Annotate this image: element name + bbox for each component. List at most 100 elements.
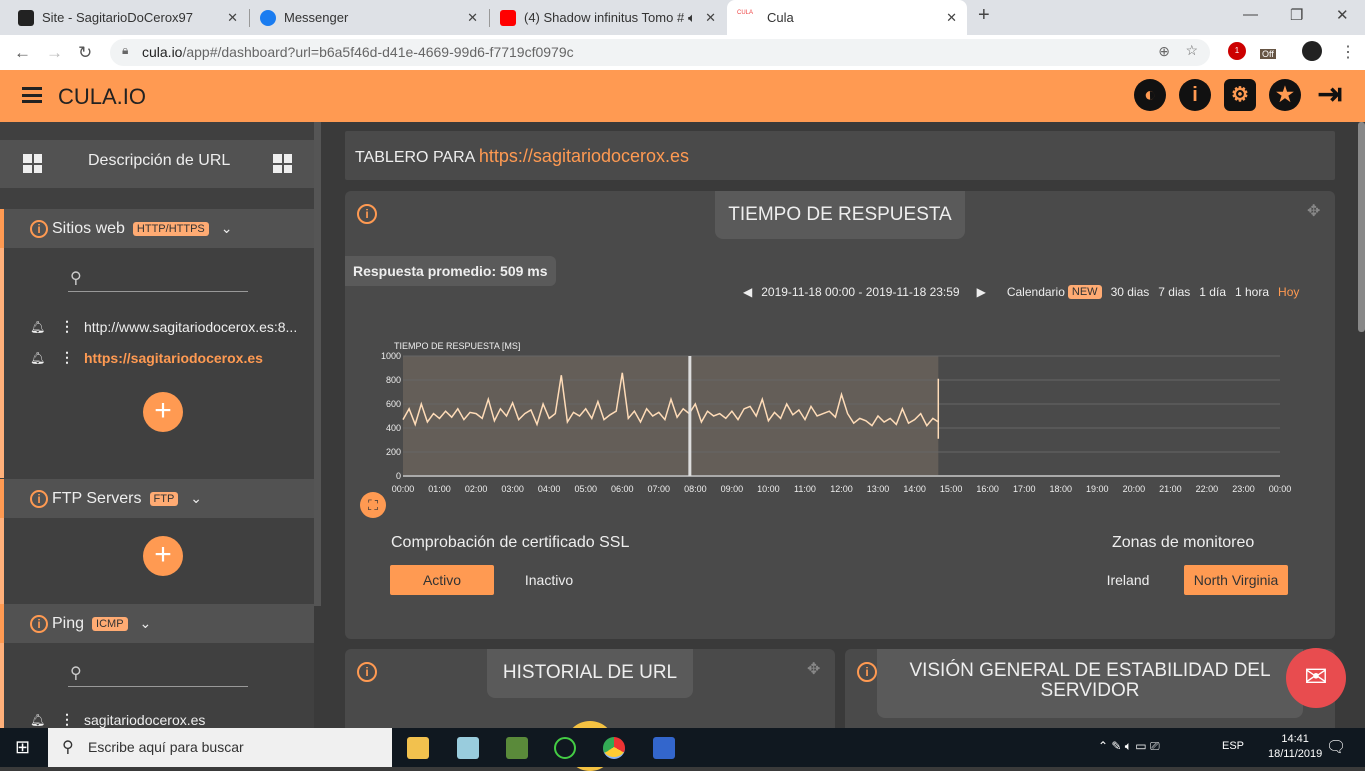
list-item[interactable]: 🔔︎ ⋮ https://sagitariodocerox.es bbox=[30, 349, 263, 366]
extension-off-icon[interactable]: Off bbox=[1260, 49, 1276, 59]
drag-handle-icon[interactable]: ✥ bbox=[1307, 201, 1320, 221]
file-explorer-icon[interactable] bbox=[407, 737, 429, 759]
section-label: Sitios web bbox=[52, 219, 125, 237]
add-ftp-button[interactable]: + bbox=[143, 536, 183, 576]
close-tab-icon[interactable]: ✕ bbox=[705, 10, 716, 26]
drag-handle-icon[interactable]: ✥ bbox=[807, 659, 820, 679]
tab-cula[interactable]: CULA Cula ✕ bbox=[727, 0, 967, 35]
fullscreen-icon[interactable]: ⛶ bbox=[360, 492, 386, 518]
more-options-icon[interactable]: ⋮ bbox=[60, 318, 74, 335]
minimize-button[interactable]: — bbox=[1243, 6, 1258, 23]
x-tick-label: 06:00 bbox=[611, 484, 634, 494]
sidebar-scrollbar[interactable] bbox=[314, 122, 321, 606]
add-icon[interactable]: ⊕ bbox=[1158, 43, 1170, 60]
chrome-icon[interactable] bbox=[603, 737, 625, 759]
x-tick-label: 15:00 bbox=[940, 484, 963, 494]
tab-youtube[interactable]: (4) Shadow infinitus Tomo #5 🔈︎ ✕ bbox=[490, 0, 726, 35]
profile-avatar[interactable] bbox=[1302, 41, 1322, 61]
gear-icon[interactable]: ⚙ bbox=[1224, 79, 1256, 111]
ssl-active-button[interactable]: Activo bbox=[390, 565, 494, 595]
contact-mail-button[interactable]: ✉ bbox=[1286, 648, 1346, 708]
notifications-icon[interactable]: 🗨︎ bbox=[1326, 737, 1346, 757]
sidebar: Descripción de URL i Sitios web HTTP/HTTPS… bbox=[0, 122, 314, 728]
site-link[interactable]: http://www.sagitariodocerox.es:8... bbox=[84, 319, 297, 335]
section-ping[interactable]: i Ping ICMP ⌄ bbox=[0, 604, 314, 643]
utorrent-icon[interactable] bbox=[554, 737, 576, 759]
info-icon[interactable]: i bbox=[30, 614, 48, 633]
tab-site[interactable]: Site - SagitarioDoCerox97 ✕ bbox=[8, 0, 248, 35]
x-tick-label: 03:00 bbox=[501, 484, 524, 494]
more-options-icon[interactable]: ⋮ bbox=[60, 349, 74, 366]
board-url[interactable]: https://sagitariodocerox.es bbox=[479, 146, 689, 166]
back-icon[interactable]: ← bbox=[14, 43, 31, 63]
info-icon[interactable]: i bbox=[30, 219, 48, 238]
chevron-down-icon[interactable]: ⌄ bbox=[190, 490, 202, 507]
ssl-inactive-button[interactable]: Inactivo bbox=[505, 565, 593, 595]
star-icon[interactable]: ★ bbox=[1269, 79, 1301, 111]
y-tick-label: 200 bbox=[386, 447, 401, 457]
more-options-icon[interactable]: ⋮ bbox=[60, 711, 74, 728]
minecraft-icon[interactable] bbox=[506, 737, 528, 759]
logout-icon[interactable]: ⇥ bbox=[1314, 79, 1346, 111]
page-scrollbar[interactable] bbox=[1358, 122, 1365, 728]
y-tick-label: 1000 bbox=[381, 351, 401, 361]
taskbar-search[interactable]: ⚲ Escribe aquí para buscar bbox=[48, 728, 392, 767]
chevron-down-icon[interactable]: ⌄ bbox=[140, 615, 152, 632]
bell-icon[interactable]: 🔔︎ bbox=[30, 351, 45, 365]
site-link-active[interactable]: https://sagitariodocerox.es bbox=[84, 350, 263, 366]
info-icon[interactable]: i bbox=[357, 662, 377, 682]
host-link[interactable]: sagitariodocerox.es bbox=[84, 712, 205, 728]
menu-icon[interactable]: ⋮ bbox=[1340, 42, 1356, 62]
clock[interactable]: 14:41 18/11/2019 bbox=[1268, 732, 1322, 762]
network-app-icon[interactable] bbox=[653, 737, 675, 759]
close-tab-icon[interactable]: ✕ bbox=[467, 10, 478, 26]
app-icon[interactable] bbox=[457, 737, 479, 759]
close-tab-icon[interactable]: ✕ bbox=[946, 10, 957, 26]
contrast-icon[interactable]: ◐ bbox=[1134, 79, 1166, 111]
info-icon[interactable]: i bbox=[30, 489, 48, 508]
period-today[interactable]: Hoy bbox=[1278, 285, 1299, 299]
next-range-icon[interactable]: ▶ bbox=[977, 285, 986, 299]
search-input[interactable]: ⚲ bbox=[68, 268, 248, 292]
hamburger-menu-icon[interactable] bbox=[22, 87, 42, 103]
new-tab-button[interactable]: + bbox=[978, 4, 990, 27]
reload-icon[interactable]: ↻ bbox=[78, 43, 92, 63]
info-icon[interactable]: i bbox=[857, 662, 877, 682]
section-websites[interactable]: i Sitios web HTTP/HTTPS ⌄ bbox=[0, 209, 314, 248]
bell-icon[interactable]: 🔔︎ bbox=[30, 320, 45, 334]
list-item[interactable]: 🔔︎ ⋮ http://www.sagitariodocerox.es:8... bbox=[30, 318, 297, 335]
search-input[interactable]: ⚲ bbox=[68, 663, 248, 687]
period-1-day[interactable]: 1 día bbox=[1199, 285, 1226, 299]
maximize-button[interactable]: ❐ bbox=[1290, 6, 1303, 24]
websites-list: ⚲ 🔔︎ ⋮ http://www.sagitariodocerox.es:8...… bbox=[0, 248, 314, 478]
list-item[interactable]: 🔔︎ ⋮ sagitariodocerox.es bbox=[30, 711, 205, 728]
period-7-days[interactable]: 7 dias bbox=[1158, 285, 1190, 299]
add-website-button[interactable]: + bbox=[143, 392, 183, 432]
calendar-button[interactable]: Calendario bbox=[1007, 285, 1065, 299]
language-indicator[interactable]: ESP bbox=[1222, 740, 1244, 752]
dashboard-icon[interactable] bbox=[23, 154, 42, 173]
tray-icons[interactable]: ⌃ ✎ 🔈︎ ▭ ⎚ bbox=[1098, 739, 1160, 754]
lock-icon: 🔒︎ bbox=[122, 43, 129, 57]
dashboard-icon[interactable] bbox=[273, 154, 292, 173]
prev-range-icon[interactable]: ◀ bbox=[743, 285, 752, 299]
zone-ireland-button[interactable]: Ireland bbox=[1093, 565, 1163, 595]
close-window-button[interactable]: ✕ bbox=[1336, 6, 1349, 24]
url-input[interactable]: 🔒︎ cula.io/app#/dashboard?url=b6a5f46d-d4… bbox=[110, 39, 1210, 66]
tab-messenger[interactable]: Messenger ✕ bbox=[250, 0, 488, 35]
forward-icon[interactable]: → bbox=[46, 43, 63, 63]
section-ftp[interactable]: i FTP Servers FTP ⌄ bbox=[0, 479, 314, 518]
period-1-hour[interactable]: 1 hora bbox=[1235, 285, 1269, 299]
period-30-days[interactable]: 30 dias bbox=[1111, 285, 1150, 299]
bell-icon[interactable]: 🔔︎ bbox=[30, 713, 45, 727]
adblock-icon[interactable]: 1 bbox=[1228, 42, 1246, 60]
info-icon[interactable]: i bbox=[357, 204, 377, 224]
zone-north-virginia-button[interactable]: North Virginia bbox=[1184, 565, 1288, 595]
close-tab-icon[interactable]: ✕ bbox=[227, 10, 238, 26]
ping-list: ⚲ 🔔︎ ⋮ sagitariodocerox.es bbox=[0, 643, 314, 728]
bookmark-star-icon[interactable]: ☆ bbox=[1185, 42, 1198, 59]
audio-icon[interactable]: 🔈︎ bbox=[688, 10, 696, 26]
chevron-down-icon[interactable]: ⌄ bbox=[221, 220, 233, 237]
windows-start-icon[interactable]: ⊞ bbox=[15, 737, 30, 758]
info-icon[interactable]: i bbox=[1179, 79, 1211, 111]
